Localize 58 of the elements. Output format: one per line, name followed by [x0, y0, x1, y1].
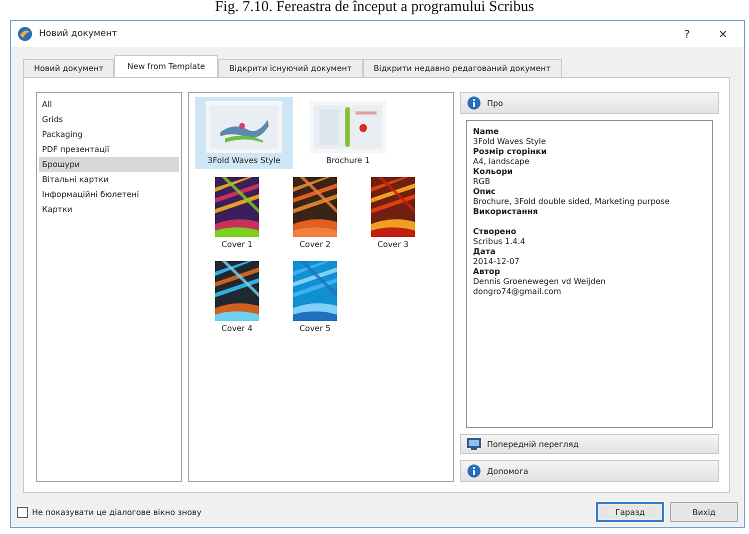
template-label: Brochure 1	[326, 156, 370, 165]
tab[interactable]: Новий документ	[23, 59, 114, 77]
detail-label: Name	[473, 127, 500, 137]
category-item[interactable]: Grids	[39, 112, 179, 127]
detail-value: Scribus 1.4.4	[473, 237, 526, 247]
template-item[interactable]: Brochure 1	[299, 97, 397, 169]
category-item[interactable]: Картки	[39, 202, 179, 217]
detail-value: A4, landscape	[473, 157, 530, 167]
category-item[interactable]: PDF презентації	[39, 142, 179, 157]
template-label: Cover 3	[377, 240, 409, 249]
category-item[interactable]: Вітальні картки	[39, 172, 179, 187]
help-topics-button[interactable]: Допомога	[460, 460, 719, 482]
window-title: Новий документ	[39, 29, 118, 39]
template-item[interactable]: Cover 1	[201, 173, 273, 253]
detail-label: Створено	[473, 227, 518, 237]
detail-label: Використання	[473, 207, 539, 217]
exit-button[interactable]: Вихід	[670, 502, 738, 522]
template-item[interactable]: Cover 3	[357, 173, 429, 253]
checkbox-label: Не показувати це діалогове вікно знову	[32, 508, 202, 516]
template-item[interactable]: Cover 4	[201, 257, 273, 337]
detail-value: 2014-12-07	[473, 257, 520, 267]
template-label: 3Fold Waves Style	[208, 156, 280, 165]
help-button[interactable]: ?	[672, 26, 702, 42]
category-item[interactable]: Інформаційні бюлетені	[39, 187, 179, 202]
detail-label: Кольори	[473, 167, 514, 177]
checkbox[interactable]	[17, 506, 28, 518]
detail-label: Автор	[473, 267, 502, 277]
info-icon	[467, 464, 481, 478]
template-label: Cover 1	[221, 240, 253, 249]
detail-value: RGB	[473, 177, 492, 187]
dont-show-checkbox[interactable]: Не показувати це діалогове вікно знову	[17, 506, 202, 518]
detail-value: dongro74@gmail.com	[473, 287, 562, 297]
template-item[interactable]: 3Fold Waves Style	[195, 97, 293, 169]
info-icon	[467, 96, 481, 110]
tab[interactable]: Відкрити існуючий документ	[218, 59, 363, 77]
detail-value: 3Fold Waves Style	[473, 137, 547, 147]
template-label: Cover 5	[299, 324, 331, 333]
preview-button[interactable]: Попередній перегляд	[460, 434, 719, 454]
category-item[interactable]: Packaging	[39, 127, 179, 142]
template-label: Cover 4	[221, 324, 253, 333]
ok-button[interactable]: Гаразд	[596, 502, 664, 522]
template-label: Cover 2	[299, 240, 331, 249]
tab[interactable]: Відкрити недавно редагований документ	[362, 59, 562, 77]
detail-value: Brochure, 3Fold double sided, Marketing purpose	[473, 197, 671, 207]
close-button[interactable]: ✕	[708, 26, 738, 42]
monitor-icon	[467, 438, 481, 450]
template-item[interactable]: Cover 5	[279, 257, 351, 337]
detail-label: Розмір сторінки	[473, 147, 548, 157]
figure-caption: Fig. 7.10. Fereastra de început a programului Scribus	[214, 0, 536, 17]
template-item[interactable]: Cover 2	[279, 173, 351, 253]
category-item[interactable]: All	[39, 97, 179, 112]
category-item[interactable]: Брошури	[39, 157, 179, 172]
detail-value: Dennis Groenewegen vd Weijden	[473, 277, 607, 287]
detail-label: Дата	[473, 247, 497, 257]
about-button[interactable]: Про	[460, 92, 719, 114]
tab[interactable]: New from Template	[114, 55, 218, 77]
app-icon	[17, 26, 33, 42]
detail-label: Опис	[473, 187, 497, 197]
